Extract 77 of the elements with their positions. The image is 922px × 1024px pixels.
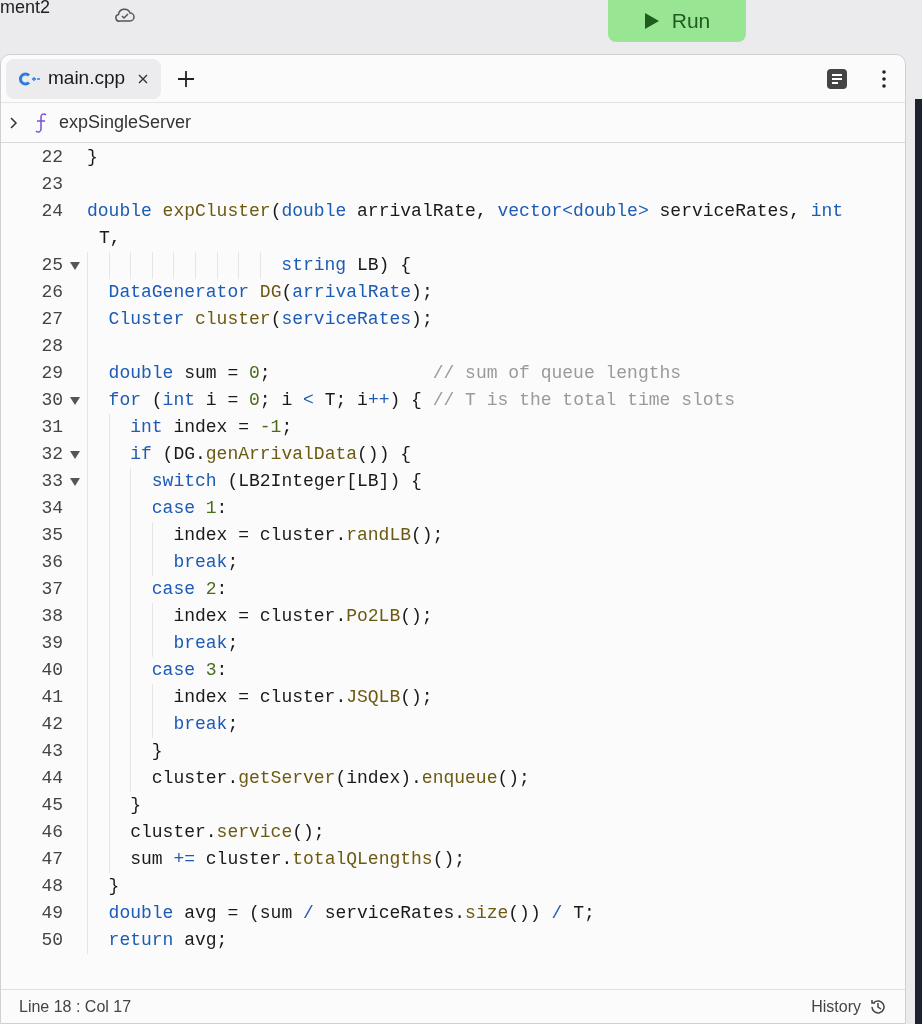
line-number: 38 [41,606,63,626]
breadcrumb-item[interactable]: expSingleServer [59,109,192,136]
history-icon [869,997,887,1016]
line-number: 36 [41,552,63,572]
cloud-check-icon [114,6,137,24]
code-line: break; [173,632,239,655]
line-number: 25 [41,255,63,275]
code-line: } [87,146,98,169]
code-line: for (int i = 0; i < T; i++) { // T is the total time slots [108,389,736,412]
chevron-right-icon[interactable] [9,115,19,130]
line-number: 41 [41,687,63,707]
run-button[interactable]: Run [608,0,746,42]
code-line: double sum = 0; // sum of queue lengths [108,362,682,385]
code-line: cluster.getServer(index).enqueue(); [151,767,530,790]
line-number: 46 [41,822,63,842]
cursor-position: Line 18 : Col 17 [19,996,132,1017]
line-number: 27 [41,309,63,329]
code-line: } [151,740,163,763]
code-line: if (DG.genArrivalData()) { [130,443,412,466]
more-icon[interactable] [882,69,886,88]
line-number: 37 [41,579,63,599]
line-number: 29 [41,363,63,383]
line-number: 43 [41,741,63,761]
line-number: 35 [41,525,63,545]
line-number: 24 [41,201,63,221]
code-line: break; [173,713,239,736]
line-number: 22 [41,147,63,167]
line-number: 44 [41,768,63,788]
line-number: 49 [41,903,63,923]
code-line: case 3: [151,659,228,682]
line-number: 23 [41,174,63,194]
add-tab-icon[interactable] [177,69,196,88]
line-number: 45 [41,795,63,815]
function-icon [35,111,47,134]
line-number: 42 [41,714,63,734]
line-number: 31 [41,417,63,437]
line-number: 47 [41,849,63,869]
code-line: case 1: [151,497,228,520]
line-number: 28 [41,336,63,356]
line-number: 33 [41,471,63,491]
line-number: 34 [41,498,63,518]
code-line: int index = -1; [130,416,293,439]
code-line: string LB) { [281,254,411,277]
file-tab[interactable]: main.cpp [6,58,162,99]
code-line: double expCluster(double arrivalRate, vector<double> serviceRates, int [87,200,844,223]
code-line: Cluster cluster(serviceRates); [108,308,433,331]
code-line: sum += cluster.totalQLengths(); [130,848,466,871]
code-line: index = cluster.randLB(); [173,524,444,547]
line-number: 26 [41,282,63,302]
close-icon[interactable] [137,72,150,85]
code-line: cluster.service(); [130,821,325,844]
play-icon [643,12,660,30]
line-number: 30 [41,390,63,410]
code-line: T, [99,227,121,250]
fold-caret-icon[interactable] [70,450,80,459]
line-number: 32 [41,444,63,464]
code-line: index = cluster.JSQLB(); [173,686,433,709]
code-line: } [130,794,141,817]
code-line: case 2: [151,578,228,601]
notes-icon[interactable] [826,67,848,90]
code-line: break; [173,551,239,574]
history-button[interactable]: History [811,994,887,1019]
code-line: switch (LB2Integer[LB]) { [151,470,422,493]
fold-caret-icon[interactable] [70,396,80,405]
code-line: DataGenerator DG(arrivalRate); [108,281,433,304]
code-line: index = cluster.Po2LB(); [173,605,433,628]
code-line: } [108,875,120,898]
fold-caret-icon[interactable] [70,261,80,270]
fold-caret-icon[interactable] [70,477,80,486]
line-number: 50 [41,930,63,950]
line-number: 48 [41,876,63,896]
line-number: 39 [41,633,63,653]
code-line: return avg; [108,929,228,952]
code-line: double avg = (sum / serviceRates.size()) / T; [108,902,595,925]
cpp-icon [18,71,40,86]
line-number: 40 [41,660,63,680]
project-title: ment2 [0,0,51,16]
